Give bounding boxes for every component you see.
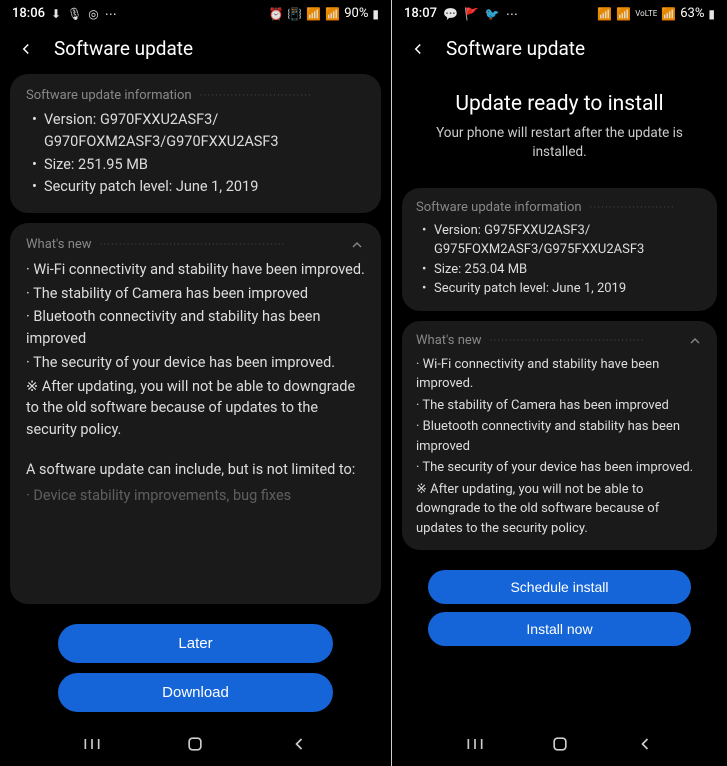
schedule-install-button[interactable]: Schedule install (428, 570, 691, 604)
update-info-card: Software update information ············… (402, 188, 717, 311)
battery-percent: 90% (344, 6, 368, 21)
changelog-item: · Wi-Fi connectivity and stability have … (416, 355, 703, 394)
back-button[interactable] (16, 39, 36, 59)
volte-icon: VoLTE (635, 9, 657, 18)
status-bar: 18:06 ⬇ 🎙 ◎ ⋯ ⏰ 📳 📶 📶 90% ▮ (0, 0, 391, 25)
phone-right: 18:07 💬 🚩 🐦 ⋯ 📶 📶 VoLTE 📶 63% ▮ Software… (392, 0, 727, 766)
chevron-up-icon[interactable] (687, 333, 703, 349)
status-bar: 18:07 💬 🚩 🐦 ⋯ 📶 📶 VoLTE 📶 63% ▮ (392, 0, 727, 25)
recents-button[interactable] (80, 732, 104, 756)
nav-bar (0, 718, 391, 766)
info-version: Version: G970FXXU2ASF3/ G970FOXM2ASF3/G9… (30, 109, 365, 154)
info-size: Size: 251.95 MB (30, 154, 365, 176)
info-size: Size: 253.04 MB (420, 260, 703, 280)
changelog-note: ※ After updating, you will not be able t… (26, 376, 365, 441)
wifi-icon: 📶 (597, 7, 612, 21)
home-button[interactable] (548, 732, 572, 756)
changelog-item: · Bluetooth connectivity and stability h… (26, 306, 365, 350)
whatsnew-header: What's new (416, 333, 482, 348)
download-button[interactable]: Download (58, 673, 333, 712)
recents-button[interactable] (463, 732, 487, 756)
back-nav-button[interactable] (633, 732, 657, 756)
battery-icon: ▮ (708, 7, 715, 21)
status-time: 18:06 (12, 6, 45, 21)
instagram-icon: ◎ (88, 7, 98, 21)
changelog-item: · The stability of Camera has been impro… (26, 283, 365, 305)
vibrate-icon: 📳 (287, 7, 302, 21)
header: Software update (392, 25, 727, 74)
install-now-button[interactable]: Install now (428, 612, 691, 646)
more-icon: ⋯ (105, 7, 117, 21)
chat-icon: 💬 (443, 7, 458, 21)
flag-icon: 🚩 (464, 7, 479, 21)
changelog-item: · Wi-Fi connectivity and stability have … (26, 259, 365, 281)
changelog-item: · The security of your device has been i… (416, 458, 703, 478)
info-patch: Security patch level: June 1, 2019 (420, 279, 703, 299)
mic-icon: 🎙 (67, 7, 82, 21)
info-header: Software update information (26, 88, 192, 103)
changelog-note: ※ After updating, you will not be able t… (416, 480, 703, 539)
whatsnew-card: What's new ·····························… (10, 223, 381, 604)
page-title: Software update (446, 37, 585, 60)
update-info-card: Software update information ············… (10, 74, 381, 213)
whatsnew-header: What's new (26, 237, 92, 252)
changelog-item: · The security of your device has been i… (26, 352, 365, 374)
changelog-extra: A software update can include, but is no… (26, 459, 365, 481)
wifi-icon: 📶 (306, 7, 321, 21)
page-title: Software update (54, 37, 193, 60)
changelog-item: · Bluetooth connectivity and stability h… (416, 417, 703, 456)
back-nav-button[interactable] (287, 732, 311, 756)
nav-bar (392, 718, 727, 766)
info-patch: Security patch level: June 1, 2019 (30, 176, 365, 198)
later-button[interactable]: Later (58, 624, 333, 663)
signal-icon: 📶 (616, 7, 631, 21)
more-icon: ⋯ (506, 7, 518, 21)
signal-icon: 📶 (661, 7, 676, 21)
back-button[interactable] (408, 39, 428, 59)
hero-subtitle: Your phone will restart after the update… (418, 124, 701, 162)
info-version: Version: G975FXXU2ASF3/ G975FOXM2ASF3/G9… (420, 221, 703, 260)
changelog-cutoff: · Device stability improvements, bug fix… (26, 485, 365, 507)
signal-icon: 📶 (325, 7, 340, 21)
home-button[interactable] (183, 732, 207, 756)
download-icon: ⬇ (51, 7, 61, 21)
status-time: 18:07 (404, 6, 437, 21)
phone-left: 18:06 ⬇ 🎙 ◎ ⋯ ⏰ 📳 📶 📶 90% ▮ Software upd… (0, 0, 391, 766)
header: Software update (0, 25, 391, 74)
twitter-icon: 🐦 (485, 7, 500, 21)
chevron-up-icon[interactable] (349, 237, 365, 253)
changelog-item: · The stability of Camera has been impro… (416, 396, 703, 416)
info-header: Software update information (416, 200, 582, 215)
whatsnew-card: What's new ·····························… (402, 321, 717, 551)
alarm-icon: ⏰ (268, 7, 283, 21)
hero: Update ready to install Your phone will … (402, 74, 717, 188)
hero-title: Update ready to install (418, 92, 701, 116)
battery-icon: ▮ (372, 7, 379, 21)
battery-percent: 63% (680, 6, 704, 21)
